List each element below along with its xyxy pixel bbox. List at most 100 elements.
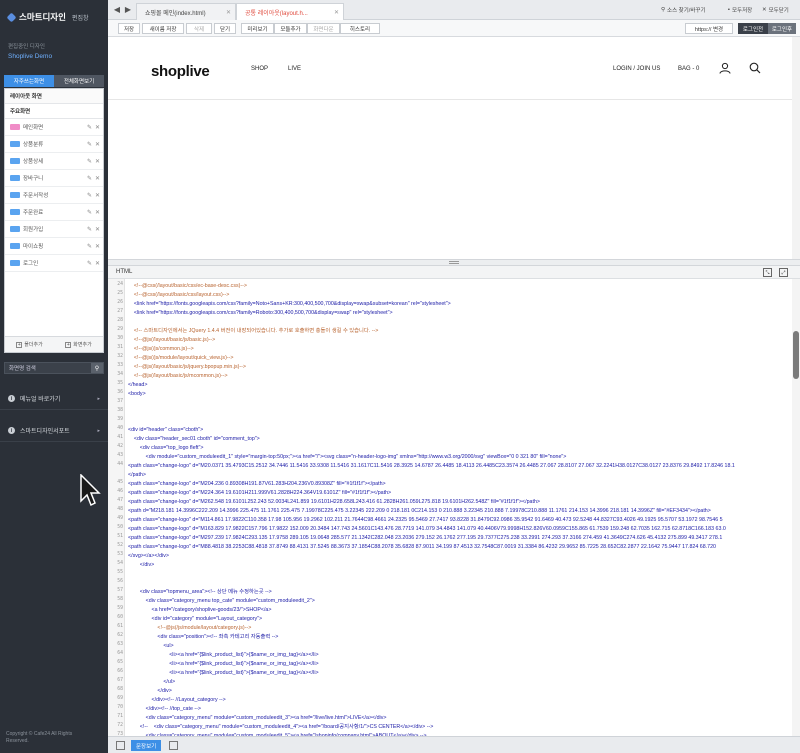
line-number: 32 bbox=[117, 354, 123, 359]
tab-layout[interactable]: 공통 레이아웃(layout.h... ✕ bbox=[236, 3, 344, 20]
delete-button[interactable]: 삭제 bbox=[186, 23, 212, 34]
page-list-item[interactable]: 마이쇼핑 ✎ ✕ bbox=[5, 238, 103, 255]
add-page-button[interactable]: + 화면추가 bbox=[65, 341, 92, 348]
bag-link[interactable]: BAG - 0 bbox=[678, 66, 699, 72]
page-list-item[interactable]: 회원가입 ✎ ✕ bbox=[5, 221, 103, 238]
code-line: </div> bbox=[128, 688, 172, 694]
manual-label: 메뉴얼 바로가기 bbox=[20, 397, 61, 403]
code-scrollbar[interactable] bbox=[792, 279, 800, 736]
shop-logo[interactable]: shoplive bbox=[151, 63, 210, 80]
edit-icon[interactable]: ✎ bbox=[87, 226, 92, 233]
preview-button[interactable]: 미리보기 bbox=[241, 23, 274, 34]
add-page-label: 화면추가 bbox=[73, 342, 92, 348]
save-icon: ▪ bbox=[728, 6, 730, 13]
close-icon[interactable]: ✕ bbox=[95, 260, 100, 267]
edit-icon[interactable]: ✎ bbox=[87, 124, 92, 131]
page-item-label: 마이쇼핑 bbox=[23, 244, 44, 250]
save-all-button[interactable]: ▪ 모두저장 bbox=[728, 4, 752, 15]
close-icon[interactable]: ✕ bbox=[226, 9, 231, 16]
edit-icon[interactable]: ✎ bbox=[87, 209, 92, 216]
collapse-icon[interactable]: ⤡ bbox=[763, 268, 772, 277]
page-list-item[interactable]: 상품상세 ✎ ✕ bbox=[5, 153, 103, 170]
line-number: 61 bbox=[117, 624, 123, 629]
nav-prev-icon[interactable]: ◀ bbox=[112, 4, 122, 15]
edit-icon[interactable]: ✎ bbox=[87, 243, 92, 250]
code-line: <path class="change-logo" d="M20.0371 35… bbox=[128, 463, 735, 469]
grid-icon[interactable] bbox=[116, 741, 125, 750]
page-tabs: 자주쓰는화면 전체화면보기 bbox=[4, 75, 104, 87]
tab-index[interactable]: 쇼핑몰 메인(index.html) ✕ bbox=[136, 3, 236, 20]
pane-splitter[interactable] bbox=[108, 259, 800, 266]
line-number: 39 bbox=[117, 417, 123, 422]
edit-icon[interactable]: ✎ bbox=[87, 192, 92, 199]
code-line: <!--@js(/layout/basic/js/basic.js)--> bbox=[128, 337, 216, 343]
search-icon[interactable]: ⚲ bbox=[91, 363, 103, 373]
code-editor[interactable]: 24 25 26 27 28 29 30 31 32 33 34 35 36 37 38 39 40 41 42 43… bbox=[108, 279, 792, 736]
page-down-button[interactable]: 화면다운 bbox=[307, 23, 340, 34]
line-number: 57 bbox=[117, 588, 123, 593]
close-all-button[interactable]: ✕ 모두닫기 bbox=[762, 4, 789, 15]
code-line: <path class="change-logo" d="M297.239 17… bbox=[128, 535, 723, 541]
source-view-button[interactable]: 문장보기 bbox=[131, 740, 162, 751]
page-search-input[interactable]: 화면명 검색 ⚲ bbox=[4, 362, 104, 374]
save-button[interactable]: 저장 bbox=[118, 23, 140, 34]
login-before-button[interactable]: 로그인전 bbox=[738, 23, 768, 34]
close-icon[interactable]: ✕ bbox=[95, 243, 100, 250]
site-info: 편집중인 디자인 Shoplive Demo bbox=[0, 34, 108, 70]
manual-link[interactable]: i 메뉴얼 바로가기 ▸ bbox=[0, 388, 108, 410]
search-icon[interactable] bbox=[749, 62, 761, 74]
close-icon[interactable]: ✕ bbox=[95, 175, 100, 182]
plus-icon: + bbox=[65, 341, 72, 348]
tab-all-pages[interactable]: 전체화면보기 bbox=[54, 75, 104, 87]
expand-icon[interactable]: ⤢ bbox=[779, 268, 788, 277]
edit-icon[interactable]: ✎ bbox=[87, 141, 92, 148]
line-number: 51 bbox=[117, 534, 123, 539]
close-icon[interactable]: ✕ bbox=[95, 226, 100, 233]
line-number: 29 bbox=[117, 327, 123, 332]
login-after-button[interactable]: 로그인후 bbox=[768, 23, 796, 34]
url-field[interactable]: https:// 변경 bbox=[685, 23, 733, 34]
shop-nav-shop[interactable]: SHOP bbox=[251, 66, 268, 72]
edit-icon[interactable]: ✎ bbox=[87, 260, 92, 267]
user-icon[interactable] bbox=[719, 62, 731, 74]
close-icon[interactable]: ✕ bbox=[95, 209, 100, 216]
shop-nav-live[interactable]: LIVE bbox=[288, 66, 301, 72]
history-button[interactable]: 히스토리 bbox=[340, 23, 380, 34]
edit-icon[interactable]: ✎ bbox=[87, 158, 92, 165]
page-list-item[interactable]: 장바구니 ✎ ✕ bbox=[5, 170, 103, 187]
close-icon[interactable]: ✕ bbox=[95, 158, 100, 165]
page-list-item[interactable]: 메인화면 ✎ ✕ bbox=[5, 119, 103, 136]
login-join-link[interactable]: LOGIN / JOIN US bbox=[613, 66, 660, 72]
preview-scrollbar[interactable] bbox=[792, 37, 800, 259]
find-replace-button[interactable]: ⚲ 소스 찾기/바꾸기 bbox=[661, 4, 706, 15]
page-list-item[interactable]: 상품분류 ✎ ✕ bbox=[5, 136, 103, 153]
tab-frequent[interactable]: 자주쓰는화면 bbox=[4, 75, 54, 87]
close-icon[interactable]: ✕ bbox=[334, 9, 339, 16]
nav-next-icon[interactable]: ▶ bbox=[123, 4, 133, 15]
page-list-item[interactable]: 로그인 ✎ ✕ bbox=[5, 255, 103, 272]
support-link[interactable]: i 스마트디자인서포트 ▸ bbox=[0, 420, 108, 442]
code-line: <path class="change-logo" d="M204.236 0.… bbox=[128, 481, 386, 487]
edit-icon[interactable]: ✎ bbox=[87, 175, 92, 182]
code-line: </ul> bbox=[128, 679, 176, 685]
close-icon[interactable]: ✕ bbox=[95, 192, 100, 199]
page-list-item[interactable]: 주문완료 ✎ ✕ bbox=[5, 204, 103, 221]
add-module-button[interactable]: 모듈추가 bbox=[274, 23, 307, 34]
close-icon[interactable]: ✕ bbox=[95, 124, 100, 131]
scroll-thumb[interactable] bbox=[793, 331, 799, 379]
split-icon[interactable] bbox=[169, 741, 178, 750]
site-name[interactable]: Shoplive Demo bbox=[8, 53, 108, 60]
add-folder-button[interactable]: + 폴더추가 bbox=[16, 341, 43, 348]
page-item-label: 주문서작성 bbox=[23, 193, 49, 199]
page-list-item[interactable]: 주문서작성 ✎ ✕ bbox=[5, 187, 103, 204]
layout-section-title[interactable]: 레이아웃 화면 bbox=[5, 89, 103, 104]
html-panel-title: HTML bbox=[116, 269, 133, 275]
close-button[interactable]: 닫기 bbox=[214, 23, 236, 34]
line-number: 43 bbox=[117, 453, 123, 458]
close-icon[interactable]: ✕ bbox=[95, 141, 100, 148]
line-number: 28 bbox=[117, 318, 123, 323]
tab-bar: ◀ ▶ 쇼핑몰 메인(index.html) ✕ 공통 레이아웃(layout.… bbox=[108, 0, 800, 20]
code-line: <div class="header_sec01 cboth" id="comm… bbox=[128, 436, 260, 442]
save-as-button[interactable]: 새이름 저장 bbox=[142, 23, 184, 34]
design-preview: shoplive SHOP LIVE LOGIN / JOIN US BAG -… bbox=[108, 37, 792, 259]
